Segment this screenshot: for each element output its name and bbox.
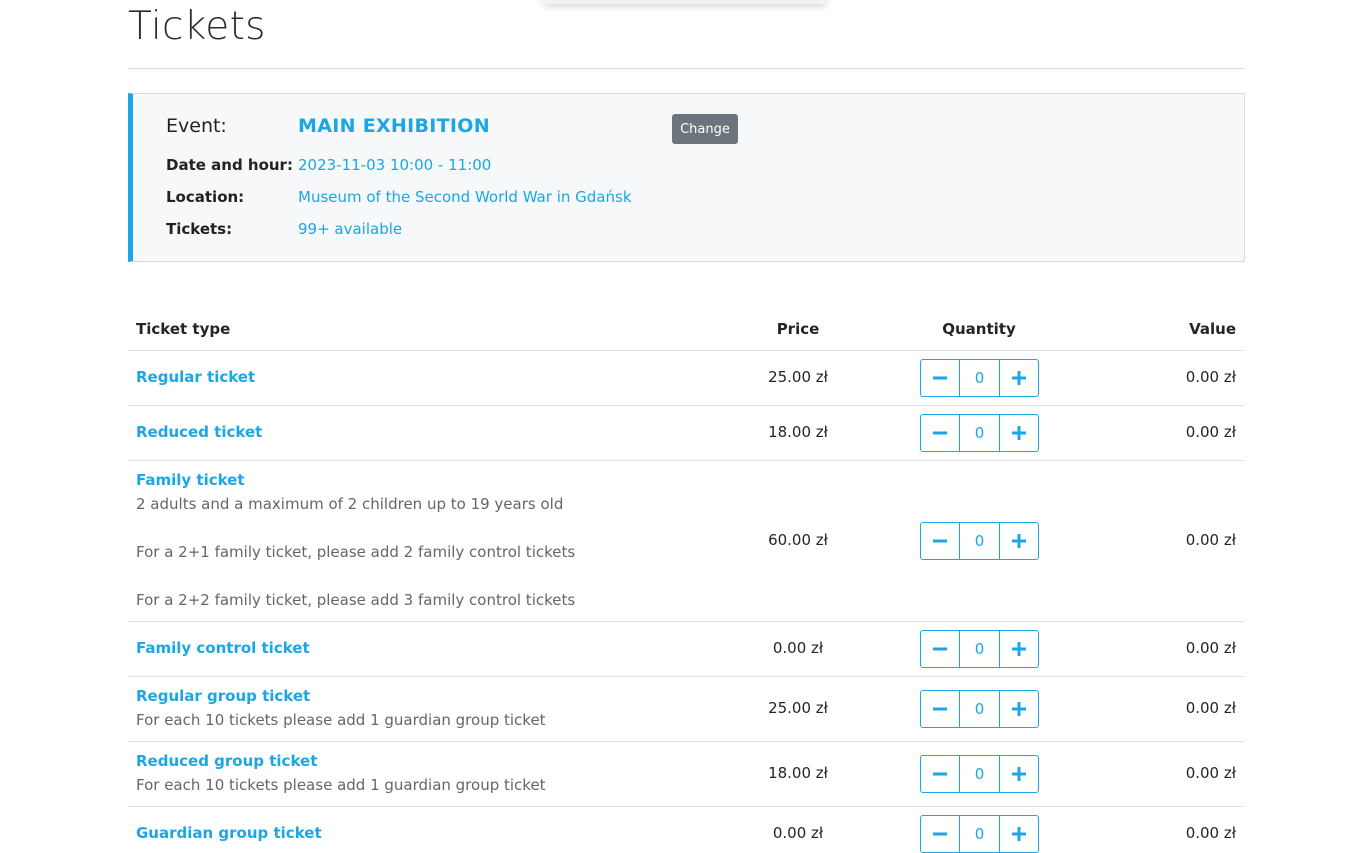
decrement-button[interactable] [921, 523, 959, 559]
quantity-stepper [920, 690, 1039, 728]
ticket-value: 0.00 zł [1185, 531, 1236, 549]
event-name: MAIN EXHIBITION [298, 115, 490, 137]
minus-icon [933, 772, 947, 776]
event-label: Event: [166, 115, 227, 137]
quantity-stepper [920, 815, 1039, 853]
ticket-price: 0.00 zł [772, 824, 824, 842]
plus-icon [1012, 426, 1026, 440]
plus-icon [1012, 534, 1026, 548]
ticket-price: 0.00 zł [772, 639, 824, 657]
ticket-price: 25.00 zł [768, 368, 828, 386]
table-row: Family control ticket 0.00 zł 0.00 zł [128, 622, 1244, 677]
quantity-input[interactable] [959, 523, 1000, 559]
minus-icon [933, 539, 947, 543]
quantity-stepper [920, 630, 1039, 668]
header-ticket-type: Ticket type [136, 320, 231, 338]
decrement-button[interactable] [921, 816, 959, 852]
ticket-value: 0.00 zł [1185, 368, 1236, 386]
decrement-button[interactable] [921, 756, 959, 792]
minus-icon [933, 832, 947, 836]
quantity-stepper [920, 522, 1039, 560]
ticket-price: 18.00 zł [768, 423, 828, 441]
quantity-stepper [920, 414, 1039, 452]
ticket-price: 25.00 zł [768, 699, 828, 717]
table-row: Regular group ticket For each 10 tickets… [128, 677, 1244, 742]
ticket-value: 0.00 zł [1185, 423, 1236, 441]
tickets-label: Tickets: [166, 220, 233, 238]
ticket-type-link[interactable]: Reduced group ticket [136, 752, 317, 770]
minus-icon [933, 707, 947, 711]
header-quantity: Quantity [942, 320, 1016, 338]
increment-button[interactable] [1000, 631, 1038, 667]
table-row: Family ticket 2 adults and a maximum of … [128, 461, 1244, 622]
title-divider [128, 68, 1244, 69]
increment-button[interactable] [1000, 360, 1038, 396]
quantity-input[interactable] [959, 816, 1000, 852]
ticket-description: 2 adults and a maximum of 2 children up … [136, 495, 564, 513]
minus-icon [933, 647, 947, 651]
table-row: Regular ticket 25.00 zł 0.00 zł [128, 351, 1244, 406]
decrement-button[interactable] [921, 631, 959, 667]
decrement-button[interactable] [921, 415, 959, 451]
header-value: Value [1189, 320, 1236, 338]
ticket-price: 18.00 zł [768, 764, 828, 782]
ticket-description: For each 10 tickets please add 1 guardia… [136, 776, 546, 794]
event-info-panel: Event: MAIN EXHIBITION Change Date and h… [128, 93, 1245, 262]
ticket-description: For each 10 tickets please add 1 guardia… [136, 711, 546, 729]
page-title: Tickets [128, 4, 266, 49]
plus-icon [1012, 702, 1026, 716]
location-label: Location: [166, 188, 245, 206]
decrement-button[interactable] [921, 691, 959, 727]
quantity-input[interactable] [959, 631, 1000, 667]
quantity-stepper [920, 359, 1039, 397]
change-event-button[interactable]: Change [672, 114, 738, 144]
minus-icon [933, 376, 947, 380]
quantity-stepper [920, 755, 1039, 793]
table-row: Reduced ticket 18.00 zł 0.00 zł [128, 406, 1244, 461]
increment-button[interactable] [1000, 816, 1038, 852]
date-label: Date and hour: [166, 156, 293, 174]
header-price: Price [776, 320, 820, 338]
location-value: Museum of the Second World War in Gdańsk [298, 188, 632, 206]
ticket-value: 0.00 zł [1185, 764, 1236, 782]
minus-icon [933, 431, 947, 435]
ticket-value: 0.00 zł [1185, 699, 1236, 717]
ticket-value: 0.00 zł [1185, 824, 1236, 842]
plus-icon [1012, 642, 1026, 656]
ticket-description: For a 2+1 family ticket, please add 2 fa… [136, 543, 576, 561]
quantity-input[interactable] [959, 360, 1000, 396]
decrement-button[interactable] [921, 360, 959, 396]
increment-button[interactable] [1000, 523, 1038, 559]
ticket-type-link[interactable]: Regular ticket [136, 368, 255, 386]
top-popup-shadow [543, 0, 827, 4]
quantity-input[interactable] [959, 415, 1000, 451]
increment-button[interactable] [1000, 691, 1038, 727]
ticket-description: For a 2+2 family ticket, please add 3 fa… [136, 591, 576, 609]
increment-button[interactable] [1000, 756, 1038, 792]
quantity-input[interactable] [959, 756, 1000, 792]
table-row: Reduced group ticket For each 10 tickets… [128, 742, 1244, 807]
tickets-availability: 99+ available [298, 220, 403, 238]
ticket-type-link[interactable]: Family control ticket [136, 639, 310, 657]
plus-icon [1012, 371, 1026, 385]
table-row: Guardian group ticket 0.00 zł 0.00 zł [128, 807, 1244, 853]
ticket-value: 0.00 zł [1185, 639, 1236, 657]
date-value: 2023-11-03 10:00 - 11:00 [298, 156, 492, 174]
ticket-type-link[interactable]: Family ticket [136, 471, 245, 489]
increment-button[interactable] [1000, 415, 1038, 451]
ticket-type-link[interactable]: Guardian group ticket [136, 824, 322, 842]
ticket-type-link[interactable]: Regular group ticket [136, 687, 310, 705]
table-header: Ticket type Price Quantity Value [128, 310, 1244, 351]
plus-icon [1012, 827, 1026, 841]
plus-icon [1012, 767, 1026, 781]
ticket-type-link[interactable]: Reduced ticket [136, 423, 262, 441]
ticket-price: 60.00 zł [768, 531, 828, 549]
quantity-input[interactable] [959, 691, 1000, 727]
